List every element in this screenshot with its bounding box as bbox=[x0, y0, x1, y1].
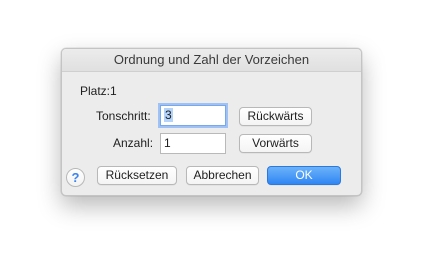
screen-background: Ordnung und Zahl der Vorzeichen Platz:1 … bbox=[0, 0, 438, 268]
dialog-title: Ordnung und Zahl der Vorzeichen bbox=[62, 49, 361, 72]
tonschritt-label: Tonschritt: bbox=[96, 109, 151, 123]
forward-button[interactable]: Vorwärts bbox=[239, 134, 312, 153]
cancel-button[interactable]: Abbrechen bbox=[186, 166, 259, 185]
position-label: Platz:1 bbox=[80, 84, 117, 98]
help-button[interactable]: ? bbox=[66, 168, 85, 187]
anzahl-value: 1 bbox=[164, 136, 171, 150]
reset-button[interactable]: Rücksetzen bbox=[97, 166, 177, 185]
backward-button[interactable]: Rückwärts bbox=[239, 107, 312, 126]
accidentals-dialog: Ordnung und Zahl der Vorzeichen Platz:1 … bbox=[61, 48, 362, 196]
question-mark-icon: ? bbox=[71, 170, 80, 185]
tonschritt-field[interactable]: 3 bbox=[160, 105, 226, 126]
ok-button[interactable]: OK bbox=[267, 166, 341, 185]
anzahl-field[interactable]: 1 bbox=[160, 133, 226, 154]
tonschritt-value: 3 bbox=[164, 108, 173, 122]
anzahl-label: Anzahl: bbox=[113, 136, 154, 150]
